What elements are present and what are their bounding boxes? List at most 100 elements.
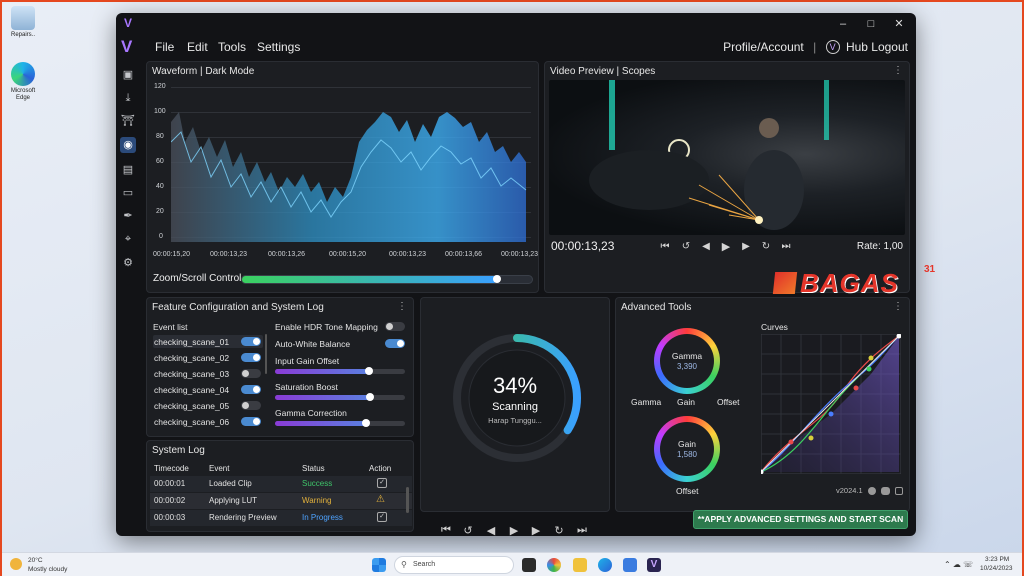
maximize-button[interactable]: □ [861, 16, 881, 32]
zoom-scroll-handle[interactable] [493, 275, 502, 283]
video-frame[interactable] [549, 80, 905, 235]
warning-icon[interactable]: ⚠ [376, 494, 385, 505]
zoom-scroll-track[interactable] [241, 275, 533, 284]
file-explorer-icon[interactable] [573, 558, 587, 572]
event-name: checking_scane_03 [154, 369, 230, 379]
event-toggle[interactable] [241, 385, 261, 394]
event-name: checking_scane_06 [154, 417, 230, 427]
playback-rate[interactable]: Rate: 1,00 [857, 241, 903, 252]
skip-start-icon[interactable]: ⏮ [658, 241, 672, 252]
event-row[interactable]: checking_scane_05 [153, 399, 263, 412]
skip-start-icon[interactable]: ⏮ [439, 524, 453, 536]
event-toggle[interactable] [241, 369, 261, 378]
weather-icon[interactable] [10, 558, 22, 570]
weather-desc[interactable]: Mostly cloudy [28, 566, 67, 573]
tray-icons[interactable]: ⌃ ☁ ☏ [944, 560, 973, 569]
edge-icon[interactable] [598, 558, 612, 572]
prev-frame-icon[interactable]: ◀ [699, 241, 713, 252]
more-options-icon[interactable]: ⋮ [397, 301, 407, 312]
loop-back-icon[interactable]: ↺ [461, 524, 475, 536]
more-options-icon[interactable]: ⋮ [893, 65, 903, 76]
event-toggle[interactable] [241, 401, 261, 410]
y-tick: 60 [156, 158, 164, 165]
search-input[interactable]: ⚲ Search [394, 556, 514, 574]
feature-config-panel: Feature Configuration and System Log ⋮ E… [146, 297, 414, 437]
event-row[interactable]: checking_scane_02 [153, 351, 263, 364]
document-icon[interactable]: ▤ [120, 162, 136, 178]
start-icon[interactable] [372, 558, 386, 572]
event-name: checking_scane_02 [154, 353, 230, 363]
clock-date[interactable]: 10/24/2023 [980, 565, 1013, 572]
skip-end-icon[interactable]: ⏭ [779, 241, 793, 252]
awb-toggle[interactable] [385, 339, 405, 348]
instagram-icon[interactable] [895, 487, 903, 495]
minimize-button[interactable]: – [833, 16, 853, 32]
folder-icon[interactable]: ▭ [120, 185, 136, 201]
clock-time[interactable]: 3:23 PM [985, 556, 1009, 563]
gamma-color-wheel[interactable] [654, 328, 720, 394]
menu-settings[interactable]: Settings [257, 40, 300, 54]
checkbox-icon[interactable]: ✓ [377, 478, 387, 488]
weather-temp[interactable]: 20°C [28, 557, 43, 564]
close-button[interactable]: ✕ [889, 16, 909, 32]
apply-settings-button[interactable]: **APPLY ADVANCED SETTINGS AND START SCAN [693, 510, 908, 529]
checkbox-icon[interactable]: ✓ [377, 512, 387, 522]
table-row[interactable]: 00:00:02 Applying LUT Warning ⚠ [150, 493, 412, 509]
menu-tools[interactable]: Tools [218, 40, 246, 54]
event-row[interactable]: checking_scane_03 [153, 367, 263, 380]
loop-icon[interactable]: ↻ [552, 524, 566, 536]
gamma-correction-slider[interactable] [275, 419, 405, 427]
event-row[interactable]: checking_scane_01 [153, 335, 263, 348]
event-list-scrollbar[interactable] [265, 334, 267, 374]
menu-file[interactable]: File [155, 40, 174, 54]
table-row[interactable]: 00:00:01 Loaded Clip Success ✓ [150, 476, 412, 492]
saturation-slider[interactable] [275, 393, 405, 401]
gain-offset-slider[interactable] [275, 367, 405, 375]
curves-graph[interactable] [761, 334, 901, 474]
task-view-icon[interactable] [522, 558, 536, 572]
advanced-tools-panel: Advanced Tools ⋮ Gamma 3,390 Gamma Gain … [615, 297, 910, 512]
log-event: Rendering Preview [209, 513, 277, 522]
camera-icon[interactable]: ◉ [120, 137, 136, 153]
wheel-axis-label: Offset [676, 486, 699, 496]
event-row[interactable]: checking_scane_06 [153, 415, 263, 428]
log-scrollbar[interactable] [406, 487, 409, 513]
crop-icon[interactable]: ⌖ [120, 231, 136, 247]
twitter-icon[interactable] [881, 487, 890, 495]
loop-back-icon[interactable]: ↺ [679, 241, 693, 252]
next-frame-icon[interactable]: ▶ [739, 241, 753, 252]
gain-color-wheel[interactable] [654, 416, 720, 482]
app-taskbar-icon[interactable]: V [647, 558, 661, 572]
event-name: checking_scane_01 [154, 337, 230, 347]
hub-logout-link[interactable]: Hub Logout [846, 40, 908, 54]
menu-edit[interactable]: Edit [187, 40, 208, 54]
shield-icon[interactable]: ⛩ [120, 113, 136, 129]
profile-account-link[interactable]: Profile/Account [723, 40, 804, 54]
facebook-icon[interactable] [868, 487, 876, 495]
skip-end-icon[interactable]: ⏭ [575, 524, 589, 536]
play-icon[interactable]: ▶ [507, 524, 521, 536]
x-tick: 00:00:15,20 [153, 251, 190, 258]
event-toggle[interactable] [241, 417, 261, 426]
recycle-bin-icon [11, 6, 35, 30]
x-tick: 00:00:13,66 [445, 251, 482, 258]
table-row[interactable]: 00:00:03 Rendering Preview In Progress ✓ [150, 510, 412, 526]
chrome-icon[interactable] [547, 558, 561, 572]
y-tick: 120 [154, 83, 166, 90]
gear-icon[interactable]: ⚙ [120, 255, 136, 271]
event-toggle[interactable] [241, 337, 261, 346]
zoom-scroll-fill [242, 276, 498, 283]
play-icon[interactable]: ▶ [719, 240, 733, 253]
hdr-toggle[interactable] [385, 322, 405, 331]
brush-icon[interactable]: ✒ [120, 208, 136, 224]
loop-icon[interactable]: ↻ [759, 241, 773, 252]
event-toggle[interactable] [241, 353, 261, 362]
next-frame-icon[interactable]: ▶ [529, 524, 543, 536]
desktop-icon-edge[interactable]: Microsoft Edge [6, 62, 40, 102]
image-icon[interactable]: ▣ [120, 67, 136, 83]
prev-frame-icon[interactable]: ◀ [484, 524, 498, 536]
store-icon[interactable] [623, 558, 637, 572]
desktop-icon-recycle[interactable]: Repairs.. [6, 6, 40, 39]
download-icon[interactable]: ⤓ [120, 90, 136, 106]
event-row[interactable]: checking_scane_04 [153, 383, 263, 396]
